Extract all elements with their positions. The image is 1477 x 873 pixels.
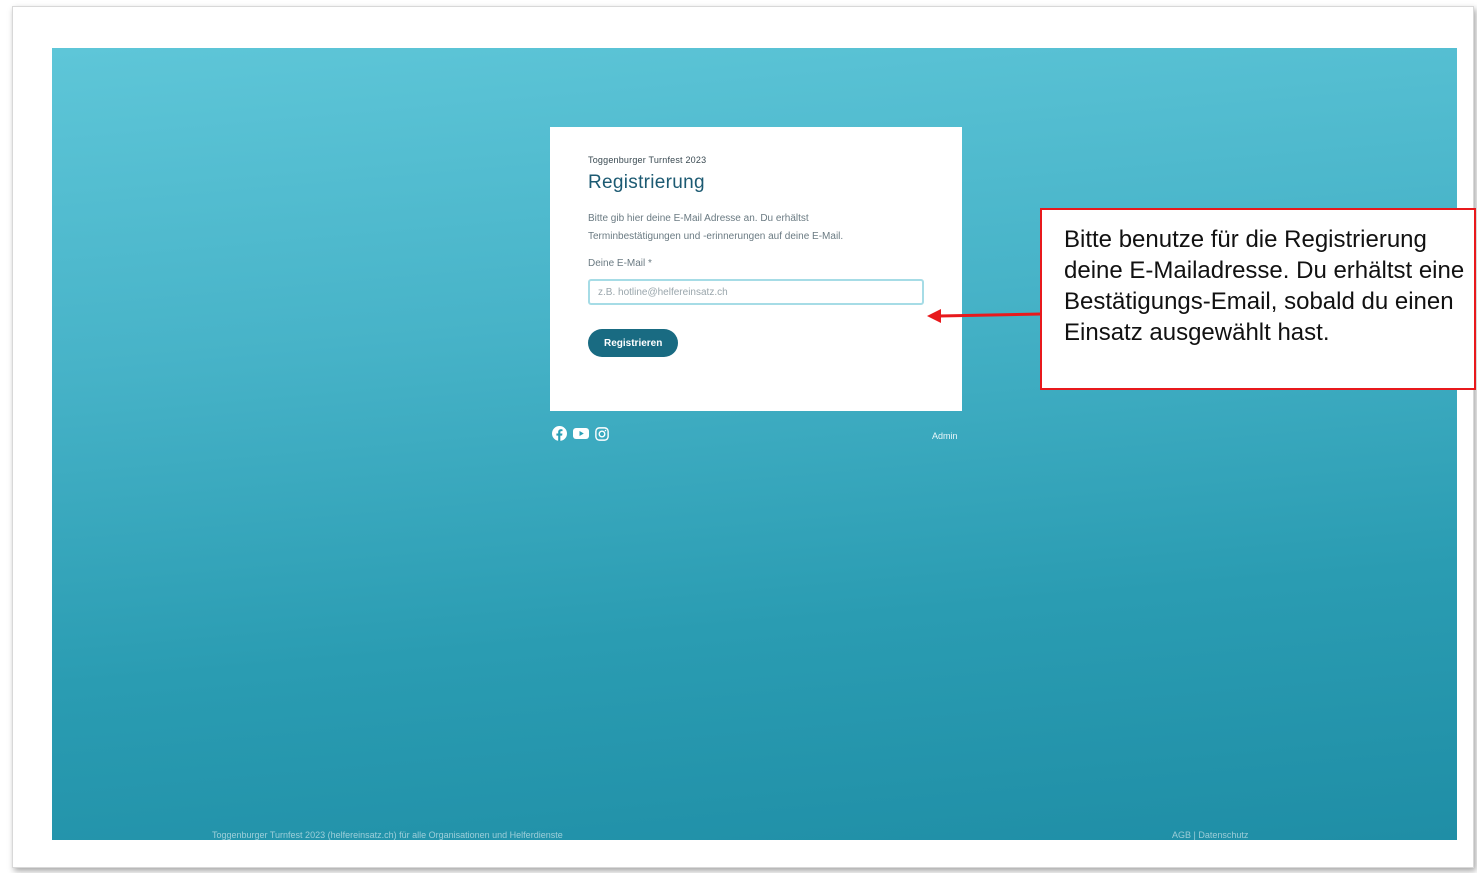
registration-page: Toggenburger Turnfest 2023 Registrierung…: [52, 48, 1457, 840]
registration-card: Toggenburger Turnfest 2023 Registrierung…: [550, 127, 962, 411]
instagram-icon[interactable]: [595, 426, 609, 441]
footer-copyright: Toggenburger Turnfest 2023 (helfereinsat…: [212, 830, 563, 840]
facebook-icon[interactable]: [552, 426, 567, 441]
email-label: Deine E-Mail *: [588, 258, 652, 269]
youtube-icon[interactable]: [573, 427, 589, 440]
page-title: Registrierung: [588, 172, 705, 193]
event-name: Toggenburger Turnfest 2023: [588, 155, 707, 165]
callout-arrow-icon: [927, 309, 1042, 323]
social-links: [552, 426, 609, 441]
register-button[interactable]: Registrieren: [588, 329, 679, 357]
annotation-callout: Bitte benutze für die Registrierung dein…: [1040, 208, 1476, 390]
email-field[interactable]: [588, 279, 924, 305]
admin-link[interactable]: Admin: [932, 431, 958, 441]
footer-legal-links[interactable]: AGB | Datenschutz: [1172, 830, 1248, 840]
callout-text: Bitte benutze für die Registrierung dein…: [1064, 226, 1465, 346]
intro-text: Bitte gib hier deine E-Mail Adresse an. …: [588, 213, 844, 242]
